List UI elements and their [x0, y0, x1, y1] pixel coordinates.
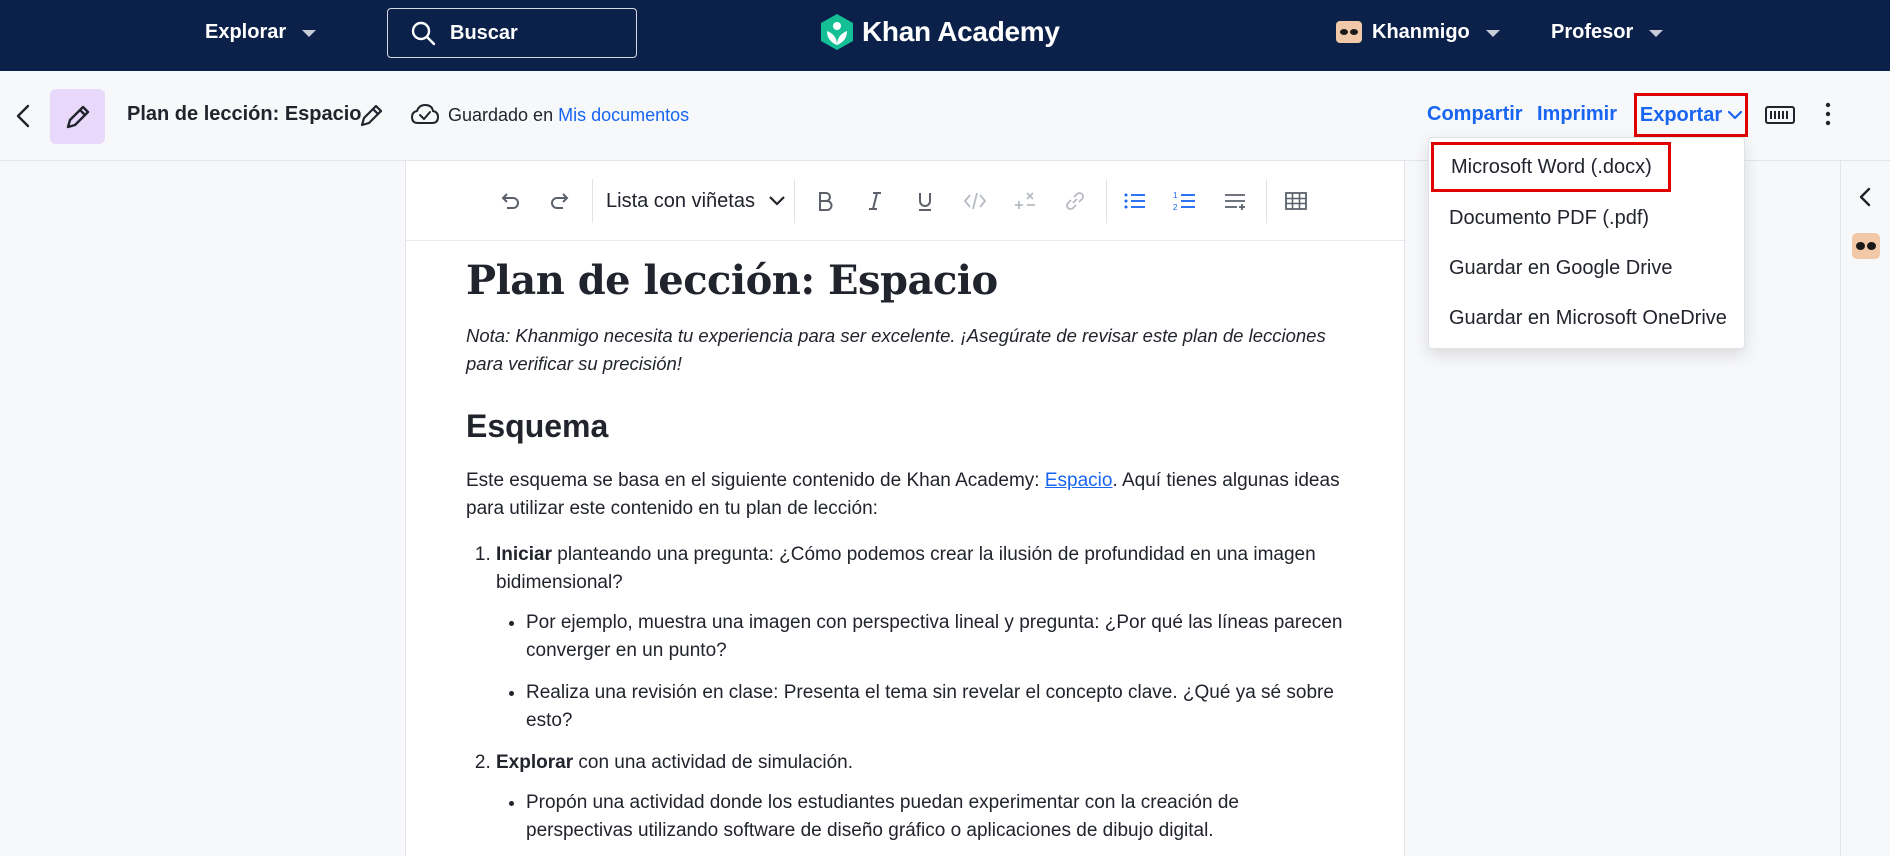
top-navigation: Explorar Buscar Khan Academy Khanmigo Pr… [0, 0, 1890, 71]
editor-sheet: Lista con viñetas 12 Plan de lección: Es… [405, 161, 1406, 856]
svg-text:1: 1 [1173, 191, 1178, 200]
menu-item-google-drive[interactable]: Guardar en Google Drive [1429, 243, 1746, 293]
document-heading: Plan de lección: Espacio [466, 257, 998, 304]
logo-text: Khan Academy [862, 16, 1060, 47]
right-side-rail [1840, 161, 1890, 856]
khanmigo-menu[interactable]: Khanmigo [1336, 0, 1500, 64]
edit-title-pencil-icon[interactable] [358, 101, 386, 129]
list-item: Por ejemplo, muestra una imagen con pers… [526, 609, 1346, 665]
step-label: Iniciar [496, 544, 552, 565]
step-text: planteando una pregunta: ¿Cómo podemos c… [496, 544, 1316, 593]
underline-icon[interactable] [911, 187, 939, 215]
intro-text: Este esquema se basa en el siguiente con… [466, 470, 1045, 491]
toolbar-divider [1106, 179, 1107, 223]
my-documents-link[interactable]: Mis documentos [558, 105, 689, 126]
khanmigo-label: Khanmigo [1372, 20, 1470, 43]
keyboard-icon[interactable] [1765, 104, 1795, 126]
toolbar-divider [592, 179, 593, 223]
export-dropdown-menu: Microsoft Word (.docx) Documento PDF (.p… [1428, 137, 1745, 349]
lesson-steps-list: Iniciar planteando una pregunta: ¿Cómo p… [466, 541, 1346, 845]
link-icon[interactable] [1061, 187, 1089, 215]
chevron-down-icon [302, 29, 317, 37]
list-item: Explorar con una actividad de simulación… [496, 749, 1346, 845]
saved-prefix: Guardado en [448, 104, 554, 125]
search-input[interactable]: Buscar [387, 8, 637, 58]
more-options-icon[interactable] [1820, 99, 1836, 129]
intro-paragraph: Este esquema se basa en el siguiente con… [466, 467, 1346, 523]
export-button[interactable]: Exportar [1634, 93, 1748, 137]
toolbar-divider [794, 179, 795, 223]
undo-icon[interactable] [496, 187, 524, 215]
sub-list: Propón una actividad donde los estudiant… [496, 789, 1346, 845]
document-title: Plan de lección: Espacio [127, 103, 362, 125]
list-item: Propón una actividad donde los estudiant… [526, 789, 1346, 845]
search-icon [411, 21, 436, 46]
khanmigo-avatar-icon [1336, 21, 1362, 43]
back-arrow-icon[interactable] [14, 103, 34, 129]
svg-text:2: 2 [1173, 203, 1178, 212]
chevron-down-icon [1649, 29, 1664, 37]
document-type-badge [50, 89, 105, 144]
teacher-label: Profesor [1551, 20, 1634, 43]
list-item: Iniciar planteando una pregunta: ¿Cómo p… [496, 541, 1346, 735]
redo-icon[interactable] [546, 187, 574, 215]
chevron-left-icon[interactable] [1856, 185, 1876, 209]
code-icon[interactable] [961, 187, 989, 215]
list-style-value: Lista con viñetas [606, 189, 755, 212]
cloud-check-icon [410, 103, 440, 124]
toolbar-divider [1266, 179, 1267, 223]
chevron-down-icon [769, 196, 785, 206]
document-body[interactable]: Plan de lección: Espacio Nota: Khanmigo … [466, 251, 1346, 856]
step-label: Explorar [496, 752, 574, 773]
search-placeholder: Buscar [450, 21, 518, 44]
bold-icon[interactable] [811, 187, 839, 215]
pencil-icon [66, 105, 89, 128]
chevron-down-icon [1485, 29, 1500, 37]
espacio-link[interactable]: Espacio [1045, 470, 1113, 491]
numbered-list-icon[interactable]: 12 [1171, 187, 1199, 215]
menu-item-pdf[interactable]: Documento PDF (.pdf) [1429, 193, 1746, 243]
list-style-select[interactable]: Lista con viñetas [606, 187, 785, 215]
print-button[interactable]: Imprimir [1537, 103, 1617, 126]
step-text: con una actividad de simulación. [573, 752, 853, 773]
share-button[interactable]: Compartir [1427, 103, 1523, 126]
khan-academy-logo[interactable]: Khan Academy [820, 12, 1060, 52]
table-icon[interactable] [1282, 187, 1310, 215]
editor-toolbar: Lista con viñetas 12 [406, 161, 1406, 241]
sub-list: Por ejemplo, muestra una imagen con pers… [496, 609, 1346, 735]
export-label: Exportar [1639, 103, 1723, 126]
disclaimer-note: Nota: Khanmigo necesita tu experiencia p… [466, 325, 1326, 374]
teacher-menu[interactable]: Profesor [1551, 0, 1664, 64]
explore-menu[interactable]: Explorar [205, 0, 317, 64]
menu-item-word[interactable]: Microsoft Word (.docx) [1431, 142, 1671, 192]
italic-icon[interactable] [861, 187, 889, 215]
save-status: Guardado en Mis documentos [410, 103, 689, 127]
indent-list-icon[interactable] [1221, 187, 1249, 215]
explore-label: Explorar [205, 20, 287, 43]
menu-item-onedrive[interactable]: Guardar en Microsoft OneDrive [1429, 293, 1746, 343]
khanmigo-avatar-icon[interactable] [1852, 233, 1880, 259]
bulleted-list-icon[interactable] [1121, 187, 1149, 215]
math-icon[interactable] [1011, 187, 1039, 215]
chevron-down-icon [1728, 110, 1743, 120]
list-item: Realiza una revisión en clase: Presenta … [526, 679, 1346, 735]
khan-logo-icon [821, 14, 853, 50]
section-heading: Esquema [466, 408, 609, 444]
